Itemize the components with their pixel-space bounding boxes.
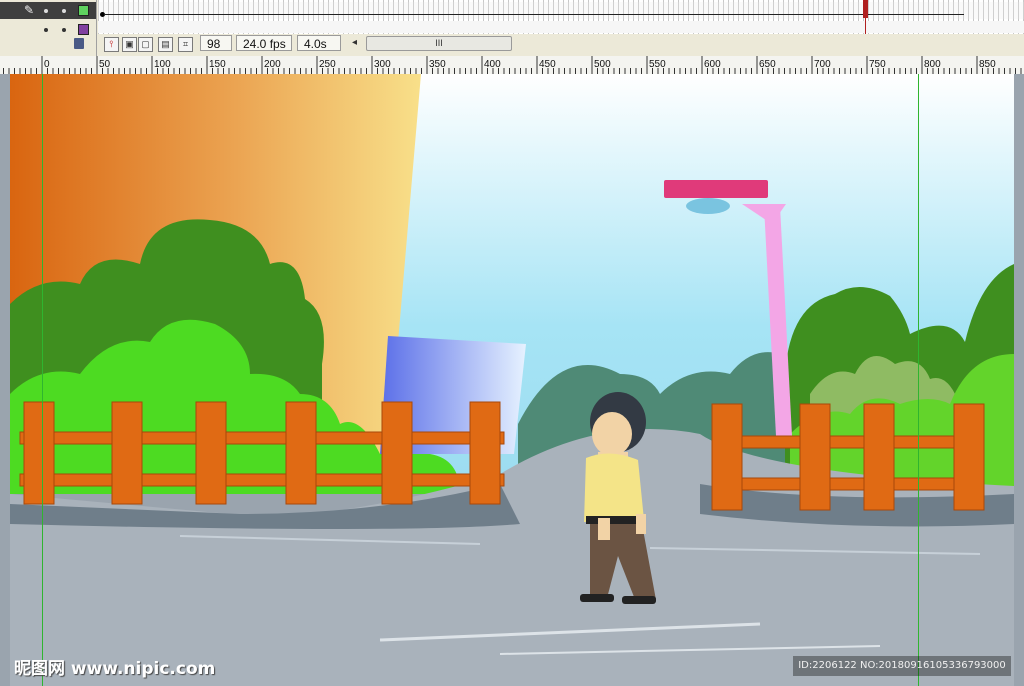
- ruler-label: 250: [319, 59, 336, 70]
- ruler-label: 500: [594, 59, 611, 70]
- ruler-label: 300: [374, 59, 391, 70]
- lock-dot-icon[interactable]: [62, 9, 66, 13]
- ruler-label: 200: [264, 59, 281, 70]
- vertical-guide-left[interactable]: [42, 74, 43, 686]
- layer-list: ✎: [0, 0, 97, 56]
- edit-multiple-frames-icon[interactable]: ▤: [158, 37, 173, 52]
- timeline-scrollbar[interactable]: III: [366, 36, 512, 51]
- frame-row-layer1[interactable]: [98, 2, 1024, 19]
- modify-markers-icon[interactable]: ⌗: [178, 37, 193, 52]
- ruler-label: 50: [99, 59, 111, 70]
- ruler-label: 700: [814, 59, 831, 70]
- tween-line: [104, 14, 964, 15]
- center-frame-icon[interactable]: ⫯: [104, 37, 119, 52]
- image-id-badge: ID:2206122 NO:20180916105336793000: [793, 656, 1011, 676]
- ruler-label: 850: [979, 59, 996, 70]
- onion-outline-icon[interactable]: ▢: [138, 37, 153, 52]
- playhead-line: [865, 18, 866, 34]
- cartoon-scene: [10, 74, 1014, 686]
- ruler-label: 650: [759, 59, 776, 70]
- lamp-head: [664, 180, 768, 198]
- timeline-panel: ✎ ⫯ ▣ ▢ ▤ ⌗ 98 24.0 fps 4.0s ◂ III: [0, 0, 1024, 57]
- elapsed-time-field: 4.0s: [297, 35, 341, 51]
- layer-color-swatch[interactable]: [78, 5, 89, 16]
- layer-row[interactable]: [0, 21, 96, 38]
- scroll-left-arrow-icon[interactable]: ◂: [352, 37, 357, 48]
- playhead[interactable]: [863, 0, 868, 18]
- ruler-label: 100: [154, 59, 171, 70]
- ruler-label: 150: [209, 59, 226, 70]
- nipic-watermark: 昵图网 www.nipic.com: [14, 659, 216, 679]
- frame-rate-field[interactable]: 24.0 fps: [236, 35, 292, 51]
- ruler-label: 550: [649, 59, 666, 70]
- ruler-label: 600: [704, 59, 721, 70]
- pencil-icon: ✎: [24, 3, 35, 17]
- visibility-dot-icon[interactable]: [44, 28, 48, 32]
- ruler-label: 800: [924, 59, 941, 70]
- onion-skin-icon[interactable]: ▣: [122, 37, 137, 52]
- timeline-toolbar: ⫯ ▣ ▢ ▤ ⌗ 98 24.0 fps 4.0s ◂ III: [98, 34, 1024, 54]
- vertical-guide-right[interactable]: [918, 74, 919, 686]
- ruler-label: 400: [484, 59, 501, 70]
- lock-dot-icon[interactable]: [62, 28, 66, 32]
- layer-color-swatch[interactable]: [78, 24, 89, 35]
- stage-canvas[interactable]: [0, 74, 1024, 686]
- ruler-ticks: 0 50 100 150 200 250 300 350 400 450 500 550 600 650 7…: [3, 56, 1022, 74]
- visibility-dot-icon[interactable]: [44, 9, 48, 13]
- trash-icon[interactable]: [74, 38, 84, 49]
- ruler-label: 350: [429, 59, 446, 70]
- ruler-label: 750: [869, 59, 886, 70]
- lamp-bulb: [686, 198, 730, 214]
- frame-row-layer2[interactable]: [98, 21, 1024, 33]
- current-frame-field: 98: [200, 35, 232, 51]
- ruler-label: 0: [44, 59, 50, 70]
- horizontal-ruler: 0 50 100 150 200 250 300 350 400 450 500 550 600 650 7…: [0, 56, 1024, 75]
- ruler-label: 450: [539, 59, 556, 70]
- layer-row-active[interactable]: ✎: [0, 2, 96, 19]
